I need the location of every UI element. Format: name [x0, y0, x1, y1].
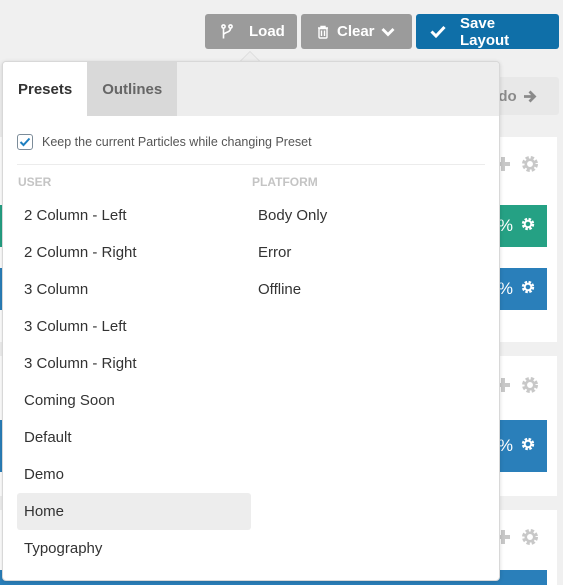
keep-particles-label: Keep the current Particles while changin… — [42, 135, 312, 149]
percent-label: % — [497, 436, 513, 455]
popover-tabs: Presets Outlines — [3, 62, 499, 116]
save-layout-label: Save Layout — [460, 14, 510, 49]
preset-item-hovered[interactable]: Home — [17, 493, 251, 530]
preset-item[interactable]: 3 Column — [17, 271, 251, 308]
preset-item[interactable]: Demo — [17, 456, 251, 493]
percent-label: % — [497, 279, 513, 298]
preset-item[interactable]: 3 Column - Right — [17, 345, 251, 382]
preset-item[interactable]: 3 Column - Left — [17, 308, 251, 345]
save-layout-button[interactable]: Save Layout — [416, 14, 559, 49]
load-presets-popover: Presets Outlines Keep the current Partic… — [2, 61, 500, 581]
keep-particles-option: Keep the current Particles while changin… — [17, 134, 485, 165]
section-tools — [495, 376, 539, 399]
preset-item[interactable]: Default — [17, 419, 251, 456]
percent-label: % — [497, 216, 513, 235]
section-tools — [495, 528, 539, 551]
load-button[interactable]: Load — [205, 14, 297, 49]
platform-header: PLATFORM — [252, 175, 318, 189]
check-icon — [430, 25, 446, 38]
preset-item[interactable]: Offline — [251, 271, 485, 308]
preset-item[interactable]: 2 Column - Left — [17, 197, 251, 234]
presets-columns: USER 2 Column - Left 2 Column - Right 3 … — [3, 175, 499, 567]
gear-icon[interactable] — [521, 376, 539, 399]
block-gear-icon[interactable] — [521, 216, 535, 236]
section-tools — [495, 155, 539, 178]
user-presets-column: USER 2 Column - Left 2 Column - Right 3 … — [17, 175, 251, 567]
tab-outlines[interactable]: Outlines — [87, 62, 178, 116]
preset-item[interactable]: Body Only — [251, 197, 485, 234]
tab-presets[interactable]: Presets — [3, 62, 88, 116]
trash-icon — [317, 25, 329, 39]
clear-button[interactable]: Clear — [301, 14, 412, 49]
block-gear-icon[interactable] — [521, 436, 535, 456]
preset-item[interactable]: 2 Column - Right — [17, 234, 251, 271]
block-gear-icon[interactable] — [521, 279, 535, 299]
preset-item[interactable]: Coming Soon — [17, 382, 251, 419]
platform-presets-column: PLATFORM Body Only Error Offline — [251, 175, 485, 567]
preset-item[interactable]: Error — [251, 234, 485, 271]
keep-particles-checkbox[interactable] — [17, 134, 33, 150]
code-fork-icon — [221, 23, 233, 40]
toolbar: Load Clear Save Layout — [205, 14, 559, 49]
clear-label: Clear — [337, 23, 375, 40]
arrow-right-icon — [523, 90, 537, 103]
checkmark-icon — [19, 137, 31, 147]
gear-icon[interactable] — [521, 155, 539, 178]
preset-item[interactable]: Typography — [17, 530, 251, 567]
popover-caret — [240, 51, 260, 61]
chevron-down-icon — [381, 27, 395, 37]
load-label: Load — [249, 23, 285, 40]
gear-icon[interactable] — [521, 528, 539, 551]
user-header: USER — [18, 175, 52, 189]
